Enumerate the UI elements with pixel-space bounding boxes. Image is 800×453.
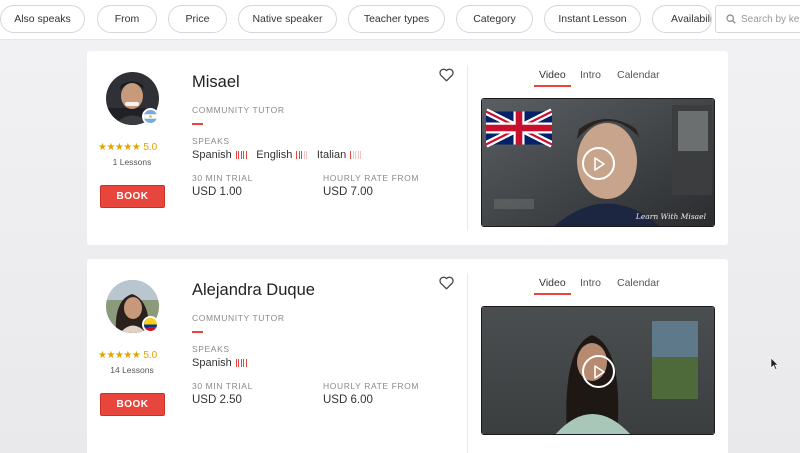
filter-also-speaks[interactable]: Also speaks <box>0 5 85 33</box>
language-name: Italian <box>316 149 347 161</box>
filter-category[interactable]: Category <box>456 5 533 33</box>
proficiency-tick <box>298 151 300 159</box>
proficiency-tick <box>352 151 354 159</box>
search-input[interactable]: Search by ke <box>715 5 800 33</box>
card-divider <box>467 273 468 453</box>
speaks-label: SPEAKS <box>192 344 230 354</box>
accent-divider <box>192 123 203 125</box>
tab-intro[interactable]: Intro <box>580 69 601 81</box>
proficiency-tick <box>350 151 352 159</box>
card-divider <box>467 65 468 231</box>
tab-video[interactable]: Video <box>539 277 566 289</box>
filter-native-speaker[interactable]: Native speaker <box>238 5 337 33</box>
proficiency-tick <box>245 151 247 159</box>
heart-outline-icon[interactable] <box>439 276 454 290</box>
trial-label: 30 MIN TRIAL <box>192 381 253 391</box>
proficiency-tick <box>238 151 240 159</box>
hourly-rate-label: HOURLY RATE FROM <box>323 173 420 183</box>
proficiency-tick <box>235 359 237 367</box>
tab-calendar[interactable]: Calendar <box>617 277 660 289</box>
filter-availability[interactable]: Availabili <box>652 5 712 33</box>
proficiency-tick <box>355 151 357 159</box>
rating-value: 5.0 <box>143 349 158 361</box>
language-item: Italian <box>317 149 363 161</box>
proficiency-tick <box>235 151 237 159</box>
tutor-card: ★★★★★ 5.0 1 Lessons BOOK Misael COMMUNIT… <box>87 51 728 245</box>
active-tab-indicator <box>534 293 571 295</box>
filter-bar: Also speaks From Price Native speaker Te… <box>0 0 800 40</box>
tab-video[interactable]: Video <box>539 69 566 81</box>
hourly-rate-price: USD 6.00 <box>323 394 373 406</box>
book-button[interactable]: BOOK <box>100 393 165 416</box>
proficiency-tick <box>243 359 245 367</box>
play-icon[interactable] <box>582 355 615 388</box>
hourly-rate-price: USD 7.00 <box>323 186 373 198</box>
filter-teacher-types[interactable]: Teacher types <box>348 5 445 33</box>
filter-from[interactable]: From <box>97 5 157 33</box>
proficiency-bars <box>235 151 249 159</box>
proficiency-bars <box>350 151 363 159</box>
search-placeholder: Search by ke <box>741 13 800 25</box>
uk-flag-icon <box>486 108 552 148</box>
language-name: Spanish <box>192 149 232 161</box>
proficiency-tick <box>357 151 359 159</box>
star-rating-icon: ★★★★★ <box>98 141 141 153</box>
video-player[interactable]: Learn With Misael <box>481 98 715 227</box>
tab-calendar[interactable]: Calendar <box>617 69 660 81</box>
tutor-name[interactable]: Misael <box>192 73 240 92</box>
language-item: English <box>256 149 309 161</box>
proficiency-tick <box>360 151 362 159</box>
language-item: Spanish <box>192 149 248 161</box>
proficiency-bars <box>235 359 249 367</box>
trial-price: USD 2.50 <box>192 394 242 406</box>
tutor-card: ★★★★★ 5.0 14 Lessons BOOK Alejandra Duqu… <box>87 259 728 453</box>
mouse-cursor-icon <box>770 357 779 370</box>
speaks-label: SPEAKS <box>192 136 230 146</box>
language-list: Spanish <box>192 357 256 369</box>
play-icon[interactable] <box>582 147 615 180</box>
filter-price[interactable]: Price <box>168 5 227 33</box>
rating: ★★★★★ 5.0 <box>98 349 168 361</box>
lesson-count: 1 Lessons <box>112 157 152 167</box>
lesson-count: 14 Lessons <box>110 365 154 375</box>
proficiency-tick <box>296 151 298 159</box>
proficiency-tick <box>243 151 245 159</box>
language-item: Spanish <box>192 357 248 369</box>
heart-outline-icon[interactable] <box>439 68 454 82</box>
trial-price: USD 1.00 <box>192 186 242 198</box>
search-icon <box>726 14 736 24</box>
language-name: English <box>256 149 293 161</box>
star-rating-icon: ★★★★★ <box>98 349 141 361</box>
tutor-type: COMMUNITY TUTOR <box>192 313 285 323</box>
proficiency-tick <box>238 359 240 367</box>
colombia-flag-icon <box>142 316 159 333</box>
hourly-rate-label: HOURLY RATE FROM <box>323 381 420 391</box>
language-list: Spanish English Italian <box>192 149 371 161</box>
rating-value: 5.0 <box>143 141 158 153</box>
accent-divider <box>192 331 203 333</box>
proficiency-tick <box>301 151 303 159</box>
filter-instant-lesson[interactable]: Instant Lesson <box>544 5 641 33</box>
video-player[interactable] <box>481 306 715 435</box>
proficiency-tick <box>240 151 242 159</box>
argentina-flag-icon <box>142 108 159 125</box>
proficiency-bars <box>296 151 309 159</box>
rating: ★★★★★ 5.0 <box>98 141 168 153</box>
active-tab-indicator <box>534 85 571 87</box>
proficiency-tick <box>245 359 247 367</box>
book-button[interactable]: BOOK <box>100 185 165 208</box>
proficiency-tick <box>303 151 305 159</box>
video-watermark: Learn With Misael <box>635 212 706 221</box>
tutor-name[interactable]: Alejandra Duque <box>192 281 315 300</box>
proficiency-tick <box>306 151 308 159</box>
trial-label: 30 MIN TRIAL <box>192 173 253 183</box>
tab-intro[interactable]: Intro <box>580 277 601 289</box>
tutor-type: COMMUNITY TUTOR <box>192 105 285 115</box>
proficiency-tick <box>240 359 242 367</box>
language-name: Spanish <box>192 357 232 369</box>
